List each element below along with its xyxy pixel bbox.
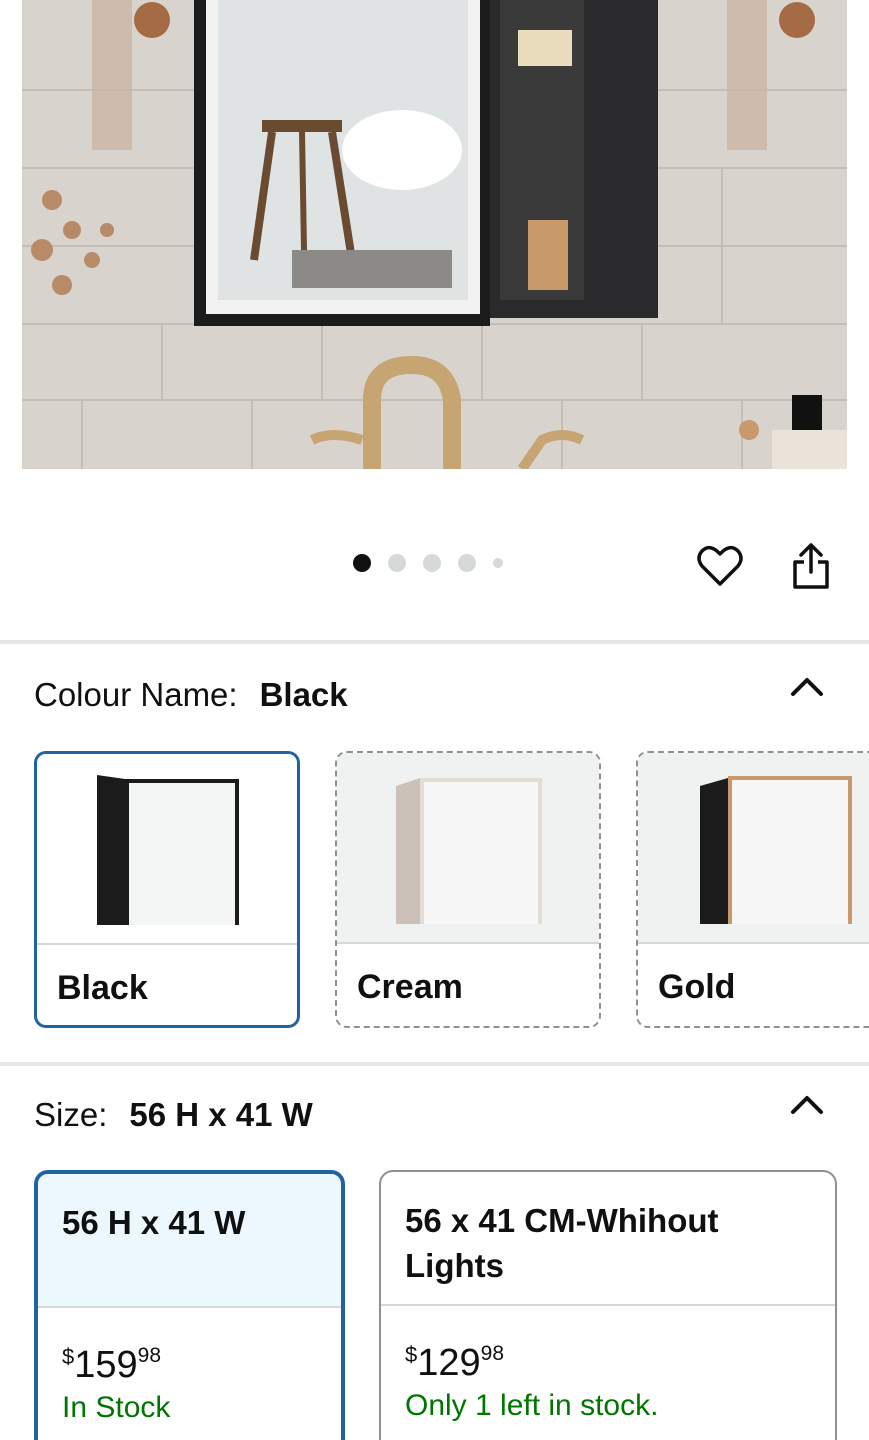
colour-option-thumbnail bbox=[37, 754, 297, 943]
size-option-56x41-without-lights[interactable]: 56 x 41 CM-Whihout Lights $12998 Only 1 … bbox=[379, 1170, 837, 1440]
heart-icon bbox=[697, 545, 743, 586]
carousel-dot[interactable] bbox=[353, 554, 371, 572]
colour-selected-value: Black bbox=[259, 676, 348, 713]
colour-option-label: Black bbox=[37, 943, 297, 1025]
size-option-name: 56 H x 41 W bbox=[38, 1174, 341, 1308]
colour-option-thumbnail bbox=[638, 753, 869, 942]
chevron-up-icon[interactable] bbox=[787, 668, 827, 708]
colour-option-gold[interactable]: Gold bbox=[636, 751, 869, 1028]
stock-status: Only 1 left in stock. bbox=[405, 1389, 659, 1422]
wishlist-button[interactable] bbox=[695, 540, 745, 592]
carousel-dot[interactable] bbox=[458, 554, 476, 572]
share-icon bbox=[793, 543, 829, 589]
colour-header: Colour Name: Black bbox=[34, 676, 348, 714]
size-option-56x41[interactable]: 56 H x 41 W $15998 In Stock bbox=[34, 1170, 345, 1440]
size-option-name: 56 x 41 CM-Whihout Lights bbox=[381, 1172, 835, 1306]
carousel-dot[interactable] bbox=[423, 554, 441, 572]
carousel-dot[interactable] bbox=[388, 554, 406, 572]
colour-option-cream[interactable]: Cream bbox=[335, 751, 601, 1028]
size-option-price: $12998 bbox=[381, 1306, 835, 1383]
size-option-price: $15998 bbox=[38, 1308, 341, 1385]
colour-option-label: Gold bbox=[638, 942, 869, 1026]
price-fraction: 98 bbox=[137, 1344, 162, 1367]
price-currency: $ bbox=[62, 1344, 75, 1369]
size-label: Size: bbox=[34, 1096, 108, 1133]
carousel-dot[interactable] bbox=[493, 558, 503, 568]
size-header: Size: 56 H x 41 W bbox=[34, 1096, 313, 1134]
chevron-up-icon[interactable] bbox=[787, 1086, 827, 1126]
colour-option-label: Cream bbox=[337, 942, 599, 1026]
section-divider bbox=[0, 640, 869, 644]
price-whole: 129 bbox=[417, 1342, 481, 1384]
colour-option-thumbnail bbox=[337, 753, 599, 942]
share-button[interactable] bbox=[786, 540, 836, 592]
price-currency: $ bbox=[405, 1342, 418, 1367]
colour-label: Colour Name: bbox=[34, 676, 238, 713]
price-fraction: 98 bbox=[480, 1342, 505, 1365]
stock-status: In Stock bbox=[62, 1391, 171, 1424]
price-whole: 159 bbox=[74, 1344, 138, 1386]
product-image[interactable] bbox=[22, 0, 847, 469]
size-selected-value: 56 H x 41 W bbox=[129, 1096, 313, 1133]
section-divider bbox=[0, 1062, 869, 1066]
colour-option-black[interactable]: Black bbox=[34, 751, 300, 1028]
image-carousel-dots[interactable] bbox=[353, 554, 503, 572]
